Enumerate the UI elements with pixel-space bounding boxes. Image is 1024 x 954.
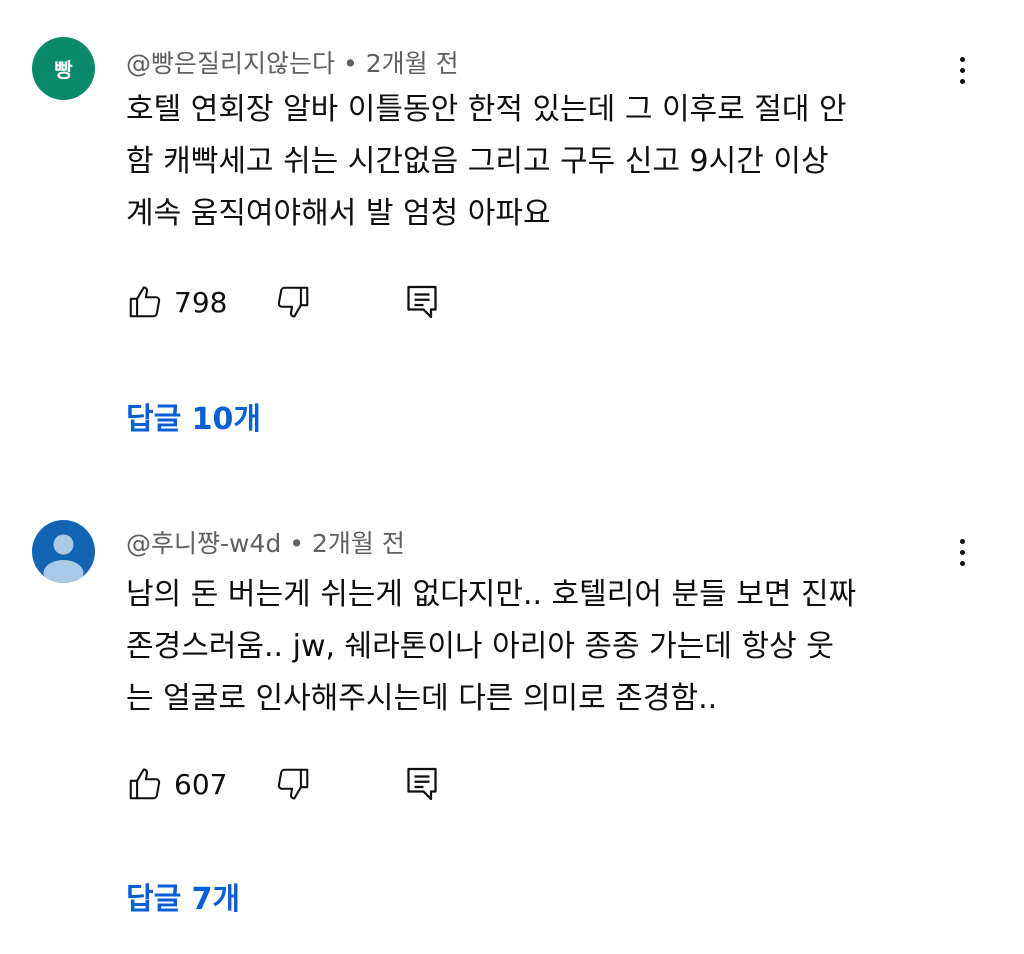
view-replies-link[interactable]: 답글 7개	[126, 874, 240, 918]
reply-comment-icon	[407, 767, 437, 801]
comment-text: 호텔 연회장 알바 이틀동안 한적 있는데 그 이후로 절대 안 함 캐빡세고 …	[126, 84, 956, 240]
comment-text: 남의 돈 버는게 쉬는게 없다지만.. 호텔리어 분들 보면 진짜 존경스러움.…	[126, 569, 956, 725]
default-user-avatar-icon	[43, 534, 84, 583]
like-count: 607	[174, 767, 228, 801]
avatar[interactable]	[32, 520, 95, 583]
like-button[interactable]: 798	[126, 283, 244, 321]
avatar-letter: 빵	[54, 58, 73, 82]
like-count: 798	[174, 285, 228, 319]
reply-button[interactable]	[404, 764, 440, 804]
meta-separator: •	[343, 49, 358, 78]
more-options-button[interactable]	[948, 532, 976, 572]
comment-time[interactable]: 2개월 전	[366, 49, 459, 78]
avatar[interactable]: 빵	[32, 37, 95, 100]
more-dot	[959, 78, 965, 84]
more-dot	[959, 560, 965, 566]
dislike-button[interactable]	[274, 283, 312, 321]
more-vertical-icon	[959, 56, 965, 62]
like-button[interactable]: 607	[126, 765, 244, 803]
meta-separator: •	[289, 529, 304, 558]
view-replies-link[interactable]: 답글 10개	[126, 394, 261, 438]
comment-time[interactable]: 2개월 전	[312, 529, 405, 558]
more-vertical-icon	[959, 538, 965, 544]
thumb-down-icon	[277, 768, 309, 800]
author-name[interactable]: @빵은질리지않는다	[126, 49, 335, 78]
author-name[interactable]: @후니쨩-w4d	[126, 529, 281, 558]
thumb-down-icon	[277, 286, 309, 318]
comment-meta: @빵은질리지않는다 • 2개월 전	[126, 44, 459, 80]
reply-button[interactable]	[404, 282, 440, 322]
comment-line: 는 얼굴로 인사해주시는데 다른 의미로 존경함..	[126, 681, 718, 716]
more-dot	[959, 67, 965, 73]
comment-line: 존경스러움.. jw, 쉐라톤이나 아리아 종종 가는데 항상 웃	[126, 629, 834, 664]
comment-line: 호텔 연회장 알바 이틀동안 한적 있는데 그 이후로 절대 안	[126, 92, 847, 127]
dislike-button[interactable]	[274, 765, 312, 803]
reply-comment-icon	[407, 285, 437, 319]
comment-line: 남의 돈 버는게 쉬는게 없다지만.. 호텔리어 분들 보면 진짜	[126, 577, 857, 612]
thumb-up-icon	[129, 768, 161, 800]
more-dot	[959, 549, 965, 555]
comment-meta: @후니쨩-w4d • 2개월 전	[126, 524, 405, 560]
comment-line: 계속 움직여야해서 발 엄청 아파요	[126, 196, 551, 231]
comment-actions: 607	[126, 762, 440, 806]
comment-actions: 798	[126, 280, 440, 324]
thumb-up-icon	[129, 286, 161, 318]
comment-line: 함 캐빡세고 쉬는 시간없음 그리고 구두 신고 9시간 이상	[126, 144, 829, 179]
